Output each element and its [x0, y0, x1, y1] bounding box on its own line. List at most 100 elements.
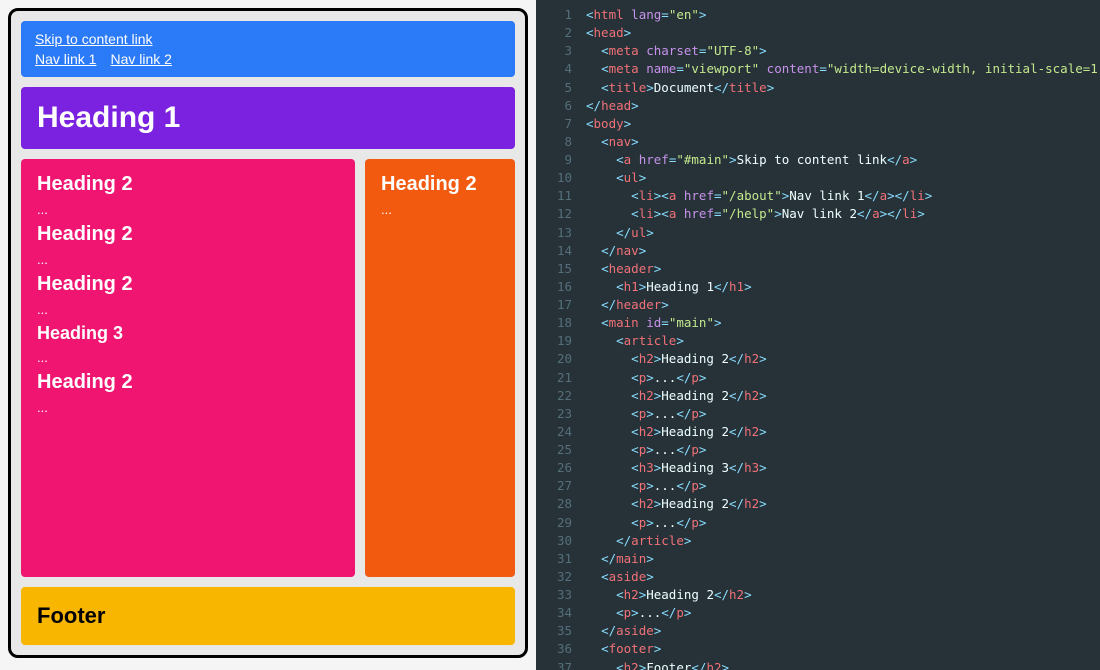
line-number: 19	[544, 332, 572, 350]
code-content: <li><a href="/about">Nav link 1</a></li>	[586, 187, 932, 205]
code-content: <h1>Heading 1</h1>	[586, 278, 752, 296]
code-content: </article>	[586, 532, 691, 550]
line-number: 8	[544, 133, 572, 151]
line-number: 12	[544, 205, 572, 223]
code-content: <h2>Heading 2</h2>	[586, 423, 767, 441]
line-number: 2	[544, 24, 572, 42]
code-content: <aside>	[586, 568, 654, 586]
nav-block: Skip to content link Nav link 1 Nav link…	[21, 21, 515, 77]
layout-preview-pane: Skip to content link Nav link 1 Nav link…	[8, 8, 528, 658]
line-number: 14	[544, 242, 572, 260]
line-number: 16	[544, 278, 572, 296]
line-number: 26	[544, 459, 572, 477]
code-line[interactable]: 32 <aside>	[544, 568, 1092, 586]
article-text: ...	[37, 252, 339, 267]
code-line[interactable]: 24 <h2>Heading 2</h2>	[544, 423, 1092, 441]
code-line[interactable]: 5 <title>Document</title>	[544, 79, 1092, 97]
code-content: </head>	[586, 97, 639, 115]
article-text: ...	[37, 400, 339, 415]
code-line[interactable]: 25 <p>...</p>	[544, 441, 1092, 459]
code-line[interactable]: 26 <h3>Heading 3</h3>	[544, 459, 1092, 477]
code-editor-pane[interactable]: 1<html lang="en">2 <head>3 <meta charset=…	[536, 0, 1100, 670]
line-number: 21	[544, 369, 572, 387]
code-line[interactable]: 9 <a href="#main">Skip to content link</…	[544, 151, 1092, 169]
code-line[interactable]: 29 <p>...</p>	[544, 514, 1092, 532]
line-number: 6	[544, 97, 572, 115]
code-content: <title>Document</title>	[586, 79, 774, 97]
code-content: <h2>Footer</h2>	[586, 659, 729, 670]
line-number: 35	[544, 622, 572, 640]
code-content: <p>...</p>	[586, 514, 706, 532]
code-content: <h3>Heading 3</h3>	[586, 459, 767, 477]
code-line[interactable]: 33 <h2>Heading 2</h2>	[544, 586, 1092, 604]
code-line[interactable]: 35 </aside>	[544, 622, 1092, 640]
code-line[interactable]: 14 </nav>	[544, 242, 1092, 260]
code-line[interactable]: 4 <meta name="viewport" content="width=d…	[544, 60, 1092, 78]
code-line[interactable]: 1<html lang="en">	[544, 6, 1092, 24]
code-line[interactable]: 13 </ul>	[544, 224, 1092, 242]
code-line[interactable]: 20 <h2>Heading 2</h2>	[544, 350, 1092, 368]
code-content: <header>	[586, 260, 661, 278]
code-line[interactable]: 16 <h1>Heading 1</h1>	[544, 278, 1092, 296]
code-content: </main>	[586, 550, 654, 568]
code-line[interactable]: 17 </header>	[544, 296, 1092, 314]
code-line[interactable]: 37 <h2>Footer</h2>	[544, 659, 1092, 670]
code-line[interactable]: 11 <li><a href="/about">Nav link 1</a></…	[544, 187, 1092, 205]
code-line[interactable]: 28 <h2>Heading 2</h2>	[544, 495, 1092, 513]
code-line[interactable]: 34 <p>...</p>	[544, 604, 1092, 622]
line-number: 36	[544, 640, 572, 658]
code-line[interactable]: 31 </main>	[544, 550, 1092, 568]
line-number: 32	[544, 568, 572, 586]
article-heading: Heading 2	[37, 273, 339, 296]
code-line[interactable]: 18 <main id="main">	[544, 314, 1092, 332]
article-text: ...	[37, 350, 339, 365]
code-content: <p>...</p>	[586, 441, 706, 459]
code-line[interactable]: 19 <article>	[544, 332, 1092, 350]
code-content: <ul>	[586, 169, 646, 187]
code-line[interactable]: 21 <p>...</p>	[544, 369, 1092, 387]
line-number: 29	[544, 514, 572, 532]
line-number: 30	[544, 532, 572, 550]
footer-heading: Footer	[37, 603, 499, 629]
code-line[interactable]: 15 <header>	[544, 260, 1092, 278]
line-number: 9	[544, 151, 572, 169]
code-line[interactable]: 27 <p>...</p>	[544, 477, 1092, 495]
code-line[interactable]: 2 <head>	[544, 24, 1092, 42]
aside-block: Heading 2 ...	[365, 159, 515, 577]
skip-to-content-link[interactable]: Skip to content link	[35, 31, 153, 47]
code-line[interactable]: 30 </article>	[544, 532, 1092, 550]
code-line[interactable]: 8 <nav>	[544, 133, 1092, 151]
code-content: <p>...</p>	[586, 477, 706, 495]
line-number: 5	[544, 79, 572, 97]
code-line[interactable]: 6 </head>	[544, 97, 1092, 115]
line-number: 4	[544, 60, 572, 78]
nav-links: Nav link 1 Nav link 2	[35, 51, 501, 67]
code-content: <h2>Heading 2</h2>	[586, 586, 752, 604]
nav-link-1[interactable]: Nav link 1	[35, 51, 96, 67]
code-content: </aside>	[586, 622, 661, 640]
code-content: <nav>	[586, 133, 639, 151]
code-content: <p>...</p>	[586, 405, 706, 423]
line-number: 25	[544, 441, 572, 459]
header-block: Heading 1	[21, 87, 515, 149]
code-line[interactable]: 10 <ul>	[544, 169, 1092, 187]
code-line[interactable]: 3 <meta charset="UTF-8">	[544, 42, 1092, 60]
line-number: 22	[544, 387, 572, 405]
code-line[interactable]: 23 <p>...</p>	[544, 405, 1092, 423]
code-line[interactable]: 12 <li><a href="/help">Nav link 2</a></l…	[544, 205, 1092, 223]
line-number: 23	[544, 405, 572, 423]
aside-text: ...	[381, 202, 499, 217]
article-heading: Heading 3	[37, 323, 339, 344]
article-heading: Heading 2	[37, 371, 339, 394]
line-number: 18	[544, 314, 572, 332]
code-line[interactable]: 22 <h2>Heading 2</h2>	[544, 387, 1092, 405]
line-number: 11	[544, 187, 572, 205]
code-content: </ul>	[586, 224, 654, 242]
code-line[interactable]: 36 <footer>	[544, 640, 1092, 658]
article-block: Heading 2...Heading 2...Heading 2...Head…	[21, 159, 355, 577]
code-content: <meta charset="UTF-8">	[586, 42, 767, 60]
nav-link-2[interactable]: Nav link 2	[110, 51, 171, 67]
code-content: <head>	[586, 24, 631, 42]
code-content: <body>	[586, 115, 631, 133]
code-line[interactable]: 7<body>	[544, 115, 1092, 133]
